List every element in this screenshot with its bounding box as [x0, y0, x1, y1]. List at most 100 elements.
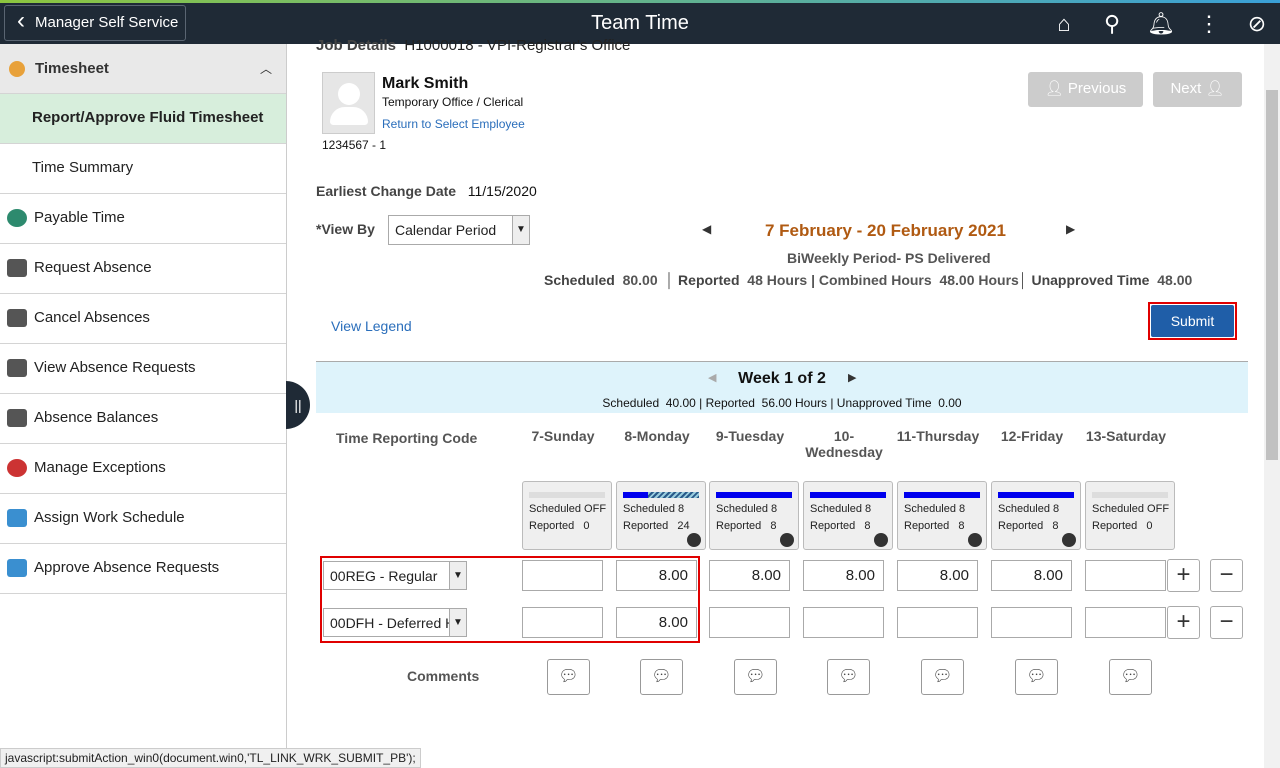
gear-icon[interactable]: [874, 533, 888, 547]
day-header: 12-Friday: [1000, 428, 1064, 444]
earliest-value: 11/15/2020: [467, 183, 537, 199]
earliest-change-date: Earliest Change Date 11/15/2020: [316, 183, 537, 199]
sidebar-collapse-handle[interactable]: ||: [286, 381, 310, 429]
comment-button[interactable]: 💬︎: [547, 659, 590, 695]
gear-icon[interactable]: [968, 533, 982, 547]
view-by-select[interactable]: Calendar Period ▼: [388, 215, 530, 245]
schedule-bar: [904, 492, 980, 498]
sidebar: Timesheet ︿ Report/Approve Fluid Timeshe…: [0, 44, 287, 768]
schedule-bar: [810, 492, 886, 498]
hours-input[interactable]: 8.00: [991, 560, 1072, 591]
day-card[interactable]: Scheduled OFF Reported 0: [1085, 481, 1175, 550]
next-label: Next: [1170, 80, 1202, 97]
day-card[interactable]: Scheduled OFF Reported 0: [522, 481, 612, 550]
sidebar-item-cancel-absences[interactable]: Cancel Absences: [0, 294, 286, 344]
day-scheduled: Scheduled 8: [716, 503, 778, 515]
employee-name: Mark Smith: [382, 75, 469, 92]
submit-highlight: Submit: [1148, 302, 1237, 340]
day-scheduled: Scheduled 8: [998, 503, 1060, 515]
employee-photo: [322, 72, 375, 134]
comment-button[interactable]: 💬︎: [640, 659, 683, 695]
add-row-button[interactable]: +: [1167, 559, 1200, 592]
hours-input[interactable]: 8.00: [709, 560, 790, 591]
more-icon[interactable]: ⋮: [1196, 11, 1222, 37]
day-scheduled: Scheduled OFF: [1092, 503, 1170, 515]
comment-button[interactable]: 💬︎: [1015, 659, 1058, 695]
previous-button[interactable]: 👤︎ Previous: [1028, 72, 1143, 107]
next-period-arrow[interactable]: ▶: [1066, 222, 1075, 236]
scheduled-value: 80.00: [622, 272, 658, 288]
trc-select-row-1[interactable]: 00REG - Regular ▼: [323, 561, 467, 590]
week-title: Week 1 of 2: [738, 370, 826, 387]
sidebar-item-time-summary[interactable]: Time Summary: [0, 144, 286, 194]
hours-input[interactable]: [709, 607, 790, 638]
header: Manager Self Service Team Time ⌂ ⚲ 🔔︎ ⋮ …: [0, 3, 1280, 44]
gear-icon[interactable]: [1062, 533, 1076, 547]
comment-button[interactable]: 💬︎: [734, 659, 777, 695]
briefcase-calendar-icon: [7, 359, 27, 377]
chevron-down-icon: ▼: [449, 609, 466, 636]
scrollbar-thumb[interactable]: [1266, 90, 1278, 460]
speech-bubble-icon: 💬︎: [1120, 668, 1141, 685]
week-summary: Scheduled 40.00 | Reported 56.00 Hours |…: [602, 396, 962, 410]
combined-value: 48.00 Hours: [939, 272, 1019, 288]
gear-icon[interactable]: [687, 533, 701, 547]
view-by-value: Calendar Period: [395, 222, 497, 238]
sidebar-item-manage-exceptions[interactable]: Manage Exceptions: [0, 444, 286, 494]
hours-input[interactable]: 8.00: [803, 560, 884, 591]
bell-icon[interactable]: 🔔︎: [1147, 11, 1175, 37]
comment-button[interactable]: 💬︎: [921, 659, 964, 695]
sidebar-item-absence-balances[interactable]: Absence Balances: [0, 394, 286, 444]
day-card[interactable]: Scheduled 8 Reported 8: [897, 481, 987, 550]
previous-label: Previous: [1067, 80, 1127, 97]
sidebar-item-view-absence-requests[interactable]: View Absence Requests: [0, 344, 286, 394]
sidebar-item-request-absence[interactable]: Request Absence: [0, 244, 286, 294]
day-card[interactable]: Scheduled 8 Reported 8: [803, 481, 893, 550]
day-reported: Reported 24: [623, 520, 690, 532]
navbar-compass-icon[interactable]: ⊘: [1244, 11, 1270, 37]
delete-row-button[interactable]: −: [1210, 606, 1243, 639]
hours-input[interactable]: [897, 607, 978, 638]
sidebar-item-label: View Absence Requests: [34, 359, 196, 376]
speech-bubble-icon: 💬︎: [745, 668, 766, 685]
prev-period-arrow[interactable]: ◀: [702, 222, 711, 236]
day-reported: Reported 0: [529, 520, 590, 532]
chevron-up-icon[interactable]: ︿: [260, 44, 272, 94]
next-button[interactable]: Next 👤︎: [1153, 72, 1242, 107]
sidebar-group-timesheet[interactable]: Timesheet ︿: [0, 44, 286, 94]
hours-input[interactable]: 8.00: [897, 560, 978, 591]
hours-input[interactable]: [803, 607, 884, 638]
trc-select-row-2[interactable]: 00DFH - Deferred Ho ▼: [323, 608, 467, 637]
view-legend-link[interactable]: View Legend: [331, 318, 412, 334]
sidebar-item-payable-time[interactable]: Payable Time: [0, 194, 286, 244]
home-icon[interactable]: ⌂: [1051, 11, 1077, 37]
period-range: 7 February - 20 February 2021: [765, 221, 1006, 240]
gear-icon[interactable]: [780, 533, 794, 547]
sidebar-item-assign-work-schedule[interactable]: Assign Work Schedule: [0, 494, 286, 544]
sidebar-item-label: Assign Work Schedule: [34, 509, 185, 526]
chevron-down-icon: ▼: [449, 562, 466, 589]
schedule-icon: [7, 509, 27, 527]
sidebar-item-report-approve[interactable]: Report/Approve Fluid Timesheet: [0, 94, 286, 144]
search-icon[interactable]: ⚲: [1099, 11, 1125, 37]
hours-input[interactable]: [1085, 607, 1166, 638]
day-card[interactable]: Scheduled 8 Reported 8: [991, 481, 1081, 550]
week-bar: ◀ Week 1 of 2 ▶ Scheduled 40.00 | Report…: [316, 361, 1248, 413]
comment-button[interactable]: 💬︎: [1109, 659, 1152, 695]
hours-input[interactable]: [991, 607, 1072, 638]
add-row-button[interactable]: +: [1167, 606, 1200, 639]
sidebar-item-approve-absence-requests[interactable]: Approve Absence Requests: [0, 544, 286, 594]
hours-input[interactable]: [1085, 560, 1166, 591]
employee-title: Temporary Office / Clerical: [382, 95, 524, 109]
submit-button[interactable]: Submit: [1151, 305, 1234, 337]
day-card[interactable]: Scheduled 8 Reported 24: [616, 481, 706, 550]
next-week-arrow[interactable]: ▶: [848, 371, 856, 384]
schedule-icon: [7, 559, 27, 577]
delete-row-button[interactable]: −: [1210, 559, 1243, 592]
return-to-select-employee-link[interactable]: Return to Select Employee: [382, 117, 525, 131]
comment-button[interactable]: 💬︎: [827, 659, 870, 695]
day-scheduled: Scheduled 8: [810, 503, 872, 515]
day-card[interactable]: Scheduled 8 Reported 8: [709, 481, 799, 550]
schedule-bar: [529, 492, 605, 498]
scheduled-label: Scheduled: [544, 272, 615, 288]
